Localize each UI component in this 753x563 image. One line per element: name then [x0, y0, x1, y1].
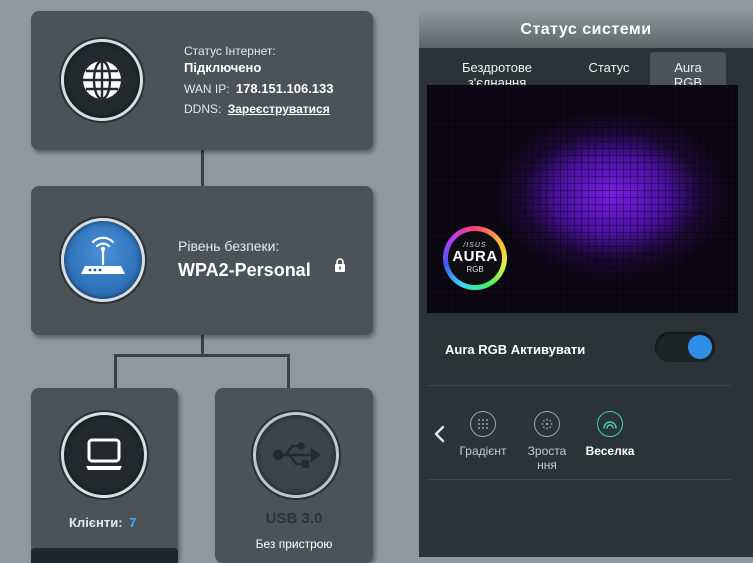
effect-rainbow-label: Веселка: [585, 444, 635, 458]
wan-ip-value: 178.151.106.133: [235, 81, 334, 96]
connector-line: [201, 335, 204, 355]
internet-status-value: Підключено: [184, 60, 262, 75]
tab-status[interactable]: Статус: [577, 60, 641, 76]
clients-card[interactable]: Клієнти: 7: [31, 388, 178, 563]
internet-card[interactable]: Статус Інтернет: Підключено WAN IP: 178.…: [31, 11, 373, 150]
growth-icon: [534, 411, 560, 437]
clients-count[interactable]: 7: [129, 515, 136, 530]
connector-line: [201, 150, 204, 187]
connector-line: [114, 354, 117, 390]
router-icon: [81, 236, 125, 274]
wan-ip-row: WAN IP: 178.151.106.133: [184, 81, 334, 96]
tab-aura-rgb-label: Aura RGB: [673, 60, 703, 88]
effect-gradient[interactable]: Градієнт: [455, 411, 511, 458]
ddns-label: DDNS:: [184, 102, 222, 116]
computer-icon: [86, 438, 122, 470]
ddns-row: DDNS: Зареєструватися: [184, 102, 330, 116]
effect-growth[interactable]: Зростання: [517, 411, 577, 472]
divider: [427, 385, 732, 386]
clients-row: Клієнти: 7: [69, 515, 136, 530]
rainbow-icon: [597, 411, 623, 437]
usb-card[interactable]: USB 3.0 Без пристрою: [215, 388, 373, 563]
effect-rainbow[interactable]: Веселка: [581, 411, 639, 458]
clients-footer-bar: [31, 548, 178, 563]
aura-toggle-label: Aura RGB Активувати: [445, 342, 586, 357]
usb-icon: [272, 442, 320, 468]
divider: [427, 479, 732, 480]
tab-wireless[interactable]: Бездротове з'єднання: [449, 60, 545, 88]
aura-rgb-logo: /ISUS AURA RGB: [443, 226, 507, 290]
internet-globe-button[interactable]: [61, 39, 143, 121]
aura-toggle-knob: [688, 335, 712, 359]
usb-button[interactable]: [253, 412, 339, 498]
aura-logo-word: AURA: [452, 248, 498, 265]
chevron-left-icon[interactable]: [433, 425, 445, 443]
effect-gradient-label: Градієнт: [459, 444, 507, 458]
wan-ip-label: WAN IP:: [184, 82, 230, 96]
panel-tabs: Бездротове з'єднання Статус Aura RGB: [419, 52, 753, 88]
clients-button[interactable]: [61, 412, 147, 498]
gradient-icon: [470, 411, 496, 437]
connector-line: [114, 354, 290, 357]
aura-preview-image: /ISUS AURA RGB: [427, 85, 738, 313]
effect-growth-label: Зростання: [527, 444, 567, 472]
internet-status-label: Статус Інтернет:: [184, 44, 276, 58]
security-card[interactable]: Рівень безпеки: WPA2-Personal: [31, 186, 373, 335]
usb-status: Без пристрою: [255, 537, 333, 551]
tab-aura-rgb[interactable]: Aura RGB: [650, 52, 726, 88]
router-button[interactable]: [61, 218, 145, 302]
security-level-label: Рівень безпеки:: [178, 238, 280, 254]
security-level-value: WPA2-Personal: [178, 260, 311, 280]
aura-rgb-logo-inner: /ISUS AURA RGB: [448, 231, 502, 285]
connector-line: [287, 354, 290, 390]
ddns-register-link[interactable]: Зареєструватися: [228, 102, 330, 116]
aura-toggle-switch[interactable]: [655, 332, 715, 362]
system-status-panel: Статус системи Бездротове з'єднання Стат…: [419, 12, 753, 557]
lock-icon: [335, 258, 345, 272]
aura-logo-sub: RGB: [466, 265, 484, 274]
globe-icon: [83, 59, 121, 101]
panel-title: Статус системи: [419, 12, 753, 48]
usb-label: USB 3.0: [265, 510, 323, 527]
clients-label: Клієнти:: [69, 515, 123, 530]
